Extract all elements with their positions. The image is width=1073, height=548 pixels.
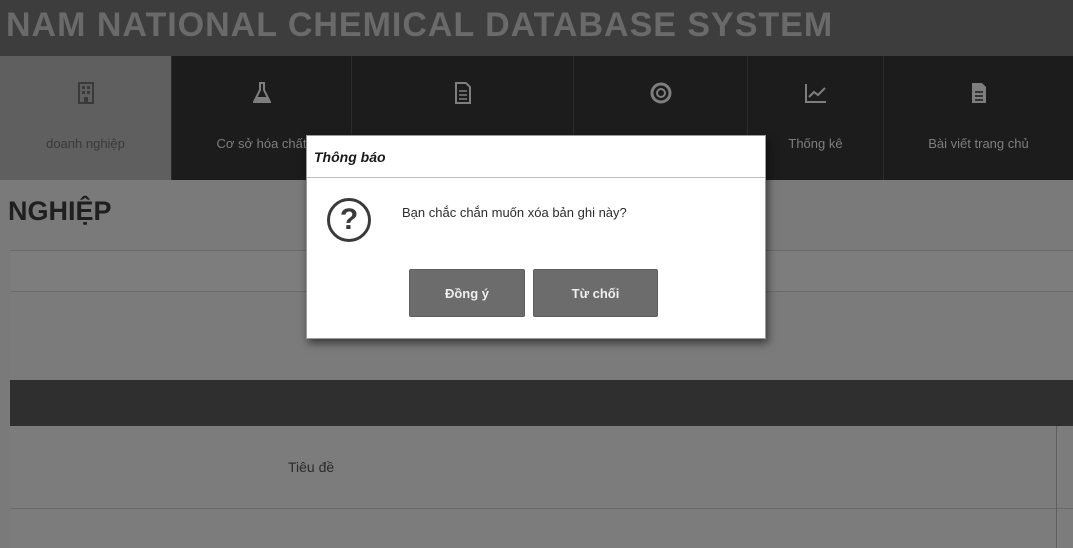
- nav-item-enterprise[interactable]: doanh nghiệp: [0, 56, 172, 180]
- building-icon: [0, 82, 171, 104]
- confirm-button[interactable]: Đồng ý: [409, 269, 525, 317]
- nav-label-statistics: Thống kê: [788, 136, 843, 151]
- nav-label-enterprise: doanh nghiệp: [46, 136, 125, 151]
- table-toolbar: [10, 380, 1073, 426]
- page-title: NGHIỆP: [8, 196, 112, 226]
- confirm-dialog: Thông báo ? Bạn chắc chắn muốn xóa bản g…: [306, 135, 766, 339]
- nav-label-homepage-posts: Bài viết trang chủ: [928, 136, 1029, 151]
- dialog-message: Bạn chắc chắn muốn xóa bản ghi này?: [402, 205, 627, 220]
- header-banner: NAM NATIONAL CHEMICAL DATABASE SYSTEM: [0, 0, 1073, 56]
- flask-icon: [172, 82, 351, 104]
- lifebuoy-icon: [574, 82, 747, 104]
- nav-item-homepage-posts[interactable]: Bài viết trang chủ: [884, 56, 1073, 180]
- system-title: NAM NATIONAL CHEMICAL DATABASE SYSTEM: [6, 6, 834, 44]
- dialog-title: Thông báo: [307, 136, 765, 178]
- cancel-button[interactable]: Từ chối: [533, 269, 658, 317]
- column-divider: [1056, 426, 1057, 548]
- document-icon: [352, 82, 573, 104]
- column-header-title: Tiêu đề: [288, 459, 335, 475]
- question-icon: ?: [327, 198, 371, 242]
- chart-line-icon: [748, 82, 883, 104]
- file-text-icon: [884, 82, 1073, 104]
- table-row-divider: [10, 508, 1073, 509]
- data-table: Tiêu đề: [10, 426, 1073, 548]
- nav-item-statistics[interactable]: Thống kê: [748, 56, 884, 180]
